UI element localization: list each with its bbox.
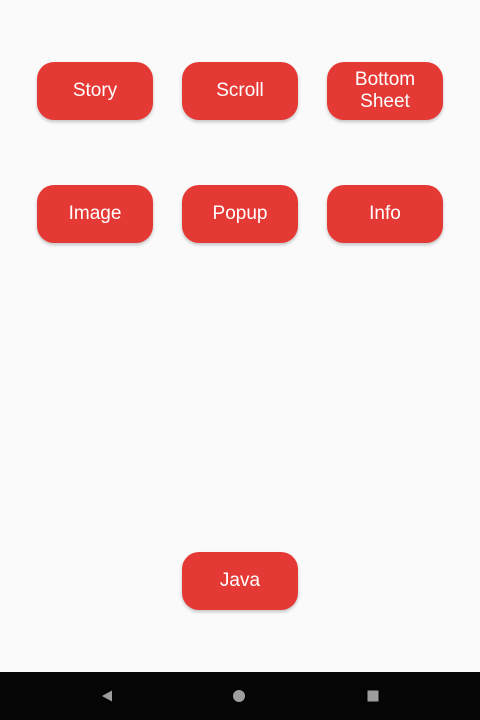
app-screen: Story Scroll Bottom Sheet Image Popup In… [0, 0, 480, 672]
back-triangle-icon [102, 690, 112, 702]
java-button[interactable]: Java [182, 552, 298, 610]
info-button[interactable]: Info [327, 185, 443, 243]
bottom-sheet-button[interactable]: Bottom Sheet [327, 62, 443, 120]
back-button[interactable] [95, 684, 119, 708]
image-button[interactable]: Image [37, 185, 153, 243]
home-button[interactable] [227, 684, 251, 708]
home-circle-icon [233, 690, 245, 702]
recents-square-icon [367, 690, 379, 702]
system-navigation-bar [0, 672, 480, 720]
scroll-button[interactable]: Scroll [182, 62, 298, 120]
recents-button[interactable] [361, 684, 385, 708]
story-button[interactable]: Story [37, 62, 153, 120]
popup-button[interactable]: Popup [182, 185, 298, 243]
